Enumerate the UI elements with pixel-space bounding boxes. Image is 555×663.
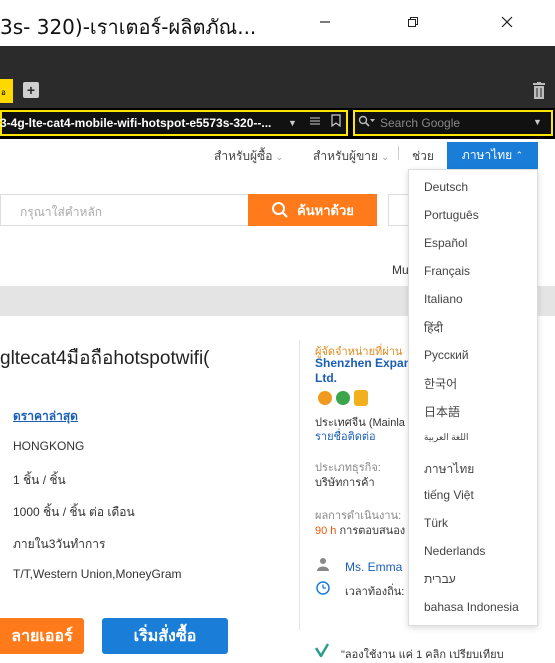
supplier-name[interactable]: Shenzhen Expand — [315, 356, 418, 370]
start-order-button[interactable]: เริ่มสั่งซื้อ — [102, 618, 228, 654]
chevron-down-icon: ⌄ — [275, 152, 284, 162]
verified-badge-icon — [336, 391, 350, 405]
address-text: 3-4g-lte-cat4-mobile-wifi-hotspot-e5573s… — [0, 116, 272, 130]
business-type-value: บริษัทการค้า — [315, 477, 375, 489]
language-option[interactable]: 日本語 — [424, 403, 460, 420]
clock-icon — [316, 581, 330, 598]
response-info: 90 h การตอบสนอง — [315, 521, 405, 539]
trade-assurance-icon — [354, 390, 368, 406]
column-divider — [299, 340, 300, 630]
language-button[interactable]: ภาษาไทย ⌃ — [447, 142, 538, 169]
restore-icon — [408, 17, 418, 27]
trash-icon — [533, 82, 545, 99]
search-dropdown-icon[interactable]: ▼ — [533, 117, 542, 127]
language-option[interactable]: اللغة العربية — [424, 432, 469, 443]
chevron-down-icon: ⌄ — [381, 152, 389, 162]
language-option[interactable]: ภาษาไทย — [424, 460, 474, 479]
origin-value: HONGKONG — [13, 439, 85, 453]
search-icon — [272, 202, 288, 218]
search-button[interactable]: ค้นหาด้วย — [248, 194, 377, 226]
buyer-link[interactable]: สำหรับผู้ซื้อ ⌄ — [214, 147, 283, 166]
seller-link-label: สำหรับผู้ขาย — [313, 149, 379, 163]
language-dropdown: Deutsch Português Español Français Itali… — [408, 169, 538, 626]
contact-person-link[interactable]: Ms. Emma — [345, 560, 402, 574]
language-option[interactable]: 한국어 — [424, 375, 457, 392]
tab-label: อ — [1, 88, 6, 97]
response-text: การตอบสนอง — [336, 525, 406, 537]
language-option[interactable]: Italiano — [424, 292, 463, 306]
local-time-label: เวลาท้องถิ่น: — [345, 586, 405, 598]
gold-badge-icon — [318, 391, 332, 405]
language-option[interactable]: Español — [424, 236, 467, 250]
language-option[interactable]: Türk — [424, 516, 448, 530]
close-icon — [501, 16, 513, 28]
divider — [398, 146, 399, 160]
language-option[interactable]: हिंदी — [424, 319, 443, 336]
bookmark-icon[interactable] — [331, 114, 341, 130]
chevron-up-icon: ⌃ — [515, 150, 524, 160]
language-option[interactable]: Deutsch — [424, 180, 468, 194]
delivery-value: ภายใน3วันทำการ — [13, 537, 106, 551]
plus-icon: + — [26, 82, 36, 98]
language-option[interactable]: Nederlands — [424, 544, 485, 558]
language-button-label: ภาษาไทย — [461, 148, 513, 162]
supplier-name-2[interactable]: Ltd. — [315, 371, 337, 385]
new-tab-button[interactable]: + — [23, 82, 39, 98]
language-option[interactable]: Русский — [424, 348, 469, 362]
trash-button[interactable] — [531, 82, 547, 100]
contact-list-link[interactable]: รายชื่อติดต่อ — [315, 427, 376, 445]
language-option[interactable]: Português — [424, 208, 479, 222]
contact-supplier-button[interactable]: ลายเออร์ — [0, 618, 84, 654]
promo-check-icon — [314, 643, 330, 660]
tab-active[interactable]: อ — [0, 79, 13, 103]
language-option[interactable]: עברית — [424, 572, 456, 586]
seller-link[interactable]: สำหรับผู้ขาย ⌄ — [313, 147, 389, 166]
supply-value: 1000 ชิ้น / ชิ้น ต่อ เดือน — [13, 505, 135, 519]
keyword-search-placeholder: กรุณาใส่คำหลัก — [20, 205, 103, 219]
response-rate: 90 h — [315, 525, 337, 537]
search-engine-icon[interactable] — [358, 115, 376, 132]
help-link[interactable]: ช่วย — [412, 147, 434, 166]
minimize-button[interactable] — [310, 10, 340, 34]
search-button-label: ค้นหาด้วย — [297, 202, 354, 218]
close-button[interactable] — [492, 10, 522, 34]
person-icon — [316, 557, 330, 574]
payment-value: T/T,Western Union,MoneyGram — [13, 567, 182, 581]
minimize-icon — [320, 21, 330, 23]
search-engine-placeholder: Search Google — [380, 116, 461, 130]
tab-strip — [0, 46, 555, 108]
language-option[interactable]: bahasa Indonesia — [424, 600, 519, 614]
min-order-value: 1 ชิ้น / ชิ้น — [13, 473, 66, 487]
url-dropdown-icon[interactable]: ▼ — [288, 118, 297, 128]
partial-menu-text[interactable]: Mu — [392, 263, 409, 277]
window-title: 3s- 320)-เราเตอร์-ผลิตภัณ... — [0, 15, 257, 39]
language-option[interactable]: Français — [424, 264, 470, 278]
reader-icon[interactable] — [309, 115, 321, 130]
language-option[interactable]: tiếng Việt — [424, 488, 474, 502]
promo-text: "ลองใช้งาน แค่ 1 คลิก เปรียบเทียบ — [341, 649, 504, 661]
buyer-link-label: สำหรับผู้ซื้อ — [214, 149, 273, 163]
product-title: gltecat4มือถือhotspotwifi( — [0, 348, 210, 369]
maximize-button[interactable] — [398, 10, 428, 34]
latest-price-link[interactable]: ดราคาล่าสุด — [13, 407, 78, 426]
